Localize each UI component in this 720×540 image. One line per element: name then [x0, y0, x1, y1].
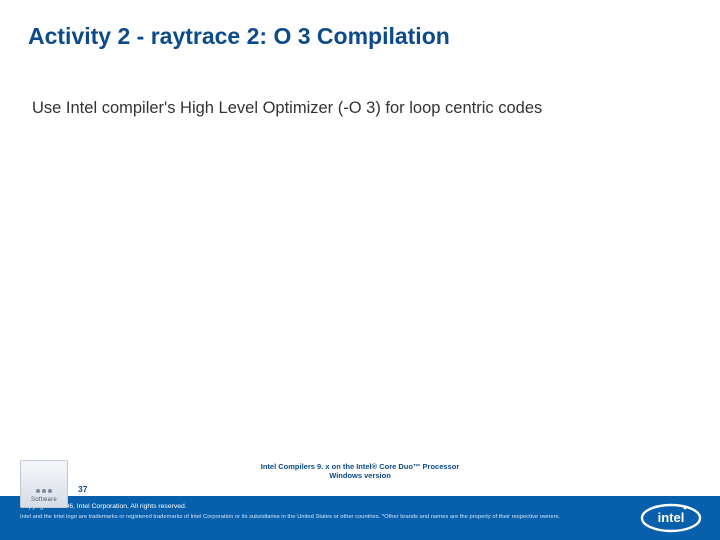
footer-top-row: Software Intel Compilers 9. x on the Int…	[0, 460, 720, 496]
disclaimer-text: Intel and the Intel logo are trademarks …	[20, 514, 630, 522]
slide-container: Activity 2 - raytrace 2: O 3 Compilation…	[0, 0, 720, 540]
footer-meta-text: Intel Compilers 9. x on the Intel® Core …	[261, 462, 459, 481]
badge-dots-icon	[36, 489, 52, 493]
footer-meta-line2: Windows version	[261, 471, 459, 480]
footer-blue-bar: Copyright © 2006, Intel Corporation. All…	[0, 496, 720, 540]
slide-title: Activity 2 - raytrace 2: O 3 Compilation	[0, 0, 720, 61]
copyright-text: Copyright © 2006, Intel Corporation. All…	[20, 502, 630, 512]
page-number: 37	[78, 484, 87, 494]
content-spacer	[0, 119, 720, 460]
footer-meta-line1: Intel Compilers 9. x on the Intel® Core …	[261, 462, 459, 471]
intel-logo-icon: intel	[640, 501, 702, 535]
slide-footer: Software Intel Compilers 9. x on the Int…	[0, 460, 720, 540]
software-badge-label: Software	[31, 497, 57, 503]
slide-body-text: Use Intel compiler's High Level Optimize…	[0, 61, 720, 119]
software-badge: Software	[20, 460, 68, 508]
intel-logo-text: intel	[658, 510, 685, 525]
